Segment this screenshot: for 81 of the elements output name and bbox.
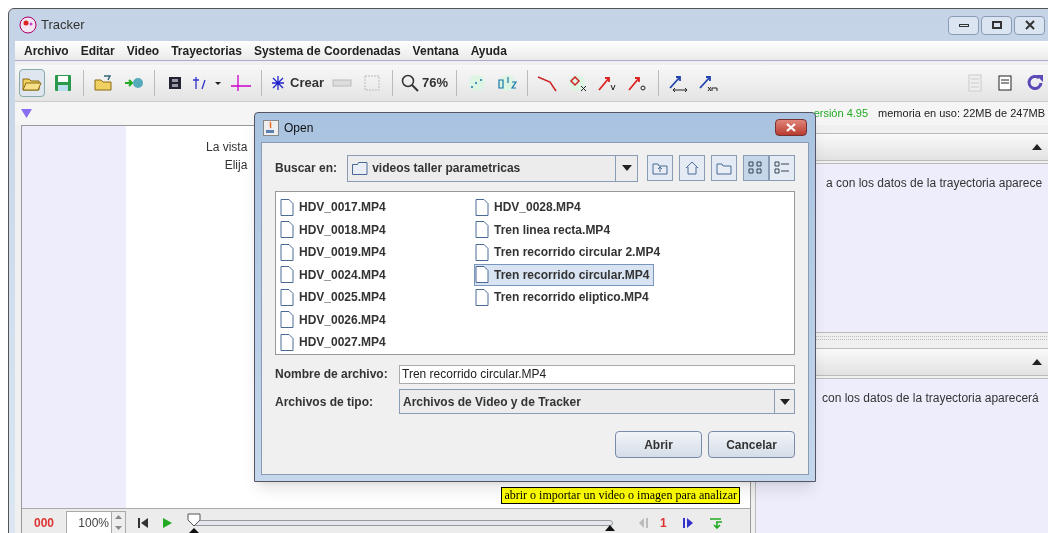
- file-name-field[interactable]: Tren recorrido circular.MP4: [399, 364, 795, 384]
- step-forward-icon[interactable]: [682, 517, 693, 528]
- list-view-icon[interactable]: [743, 155, 769, 181]
- dropdown-arrow-icon: [621, 165, 632, 171]
- file-item[interactable]: HDV_0025.MP4: [279, 286, 391, 309]
- collapse-icon[interactable]: [1032, 359, 1042, 365]
- file-icon: [280, 266, 294, 284]
- file-item[interactable]: HDV_0017.MP4: [279, 196, 391, 218]
- menu-item[interactable]: Ventana: [412, 41, 459, 60]
- menu-item[interactable]: Ayuda: [470, 41, 507, 60]
- folder-icon: [352, 161, 369, 175]
- file-icon: [475, 198, 489, 216]
- file-item[interactable]: HDV_0024.MP4: [279, 263, 391, 286]
- file-icon: [475, 243, 489, 261]
- close-icon: [786, 123, 796, 132]
- close-icon: [1024, 20, 1035, 30]
- menu-item[interactable]: Systema de Coordenadas: [253, 41, 401, 60]
- window-title: Tracker: [41, 16, 85, 35]
- java-cup-icon: [263, 119, 279, 136]
- end-marker-icon[interactable]: [605, 524, 616, 531]
- app-logo-icon: [19, 16, 37, 34]
- video-message: Elija: [224, 157, 248, 174]
- file-item[interactable]: Tren recorrido circular.MP4: [474, 263, 655, 286]
- file-item[interactable]: HDV_0018.MP4: [279, 218, 391, 241]
- file-icon: [280, 333, 294, 351]
- file-name-label: Nombre de archivo:: [275, 366, 389, 383]
- zoom-icon: [400, 74, 419, 92]
- file-icon: [280, 198, 294, 216]
- video-message: La vista: [206, 139, 248, 156]
- look-in-combo[interactable]: videos taller parametricas: [347, 154, 638, 182]
- file-icon: [280, 221, 294, 239]
- memory-text: memoria en uso: 22MB de 247MB: [878, 106, 1045, 122]
- file-icon: [475, 221, 489, 239]
- create-button[interactable]: Crear: [270, 69, 324, 97]
- zoom-button[interactable]: 76%: [400, 69, 448, 97]
- panel-message: a con los datos de la trayectoria aparece: [826, 176, 1043, 190]
- file-item[interactable]: HDV_0028.MP4: [474, 196, 586, 218]
- file-icon: [280, 243, 294, 261]
- hint-text: abrir o importar un video o imagen para analizar: [501, 487, 740, 504]
- maximize-button[interactable]: [981, 15, 1012, 35]
- step-size[interactable]: 1: [660, 513, 667, 532]
- file-item[interactable]: Tren linea recta.MP4: [474, 218, 616, 241]
- file-type-label: Archivos de tipo:: [275, 393, 374, 411]
- version-text: ersión 4.95: [813, 106, 869, 122]
- file-item[interactable]: HDV_0027.MP4: [279, 331, 391, 354]
- open-button[interactable]: Abrir: [615, 431, 702, 458]
- menu-item[interactable]: Trayectorias: [171, 41, 242, 60]
- file-item[interactable]: HDV_0019.MP4: [279, 241, 391, 264]
- close-button[interactable]: [1014, 15, 1045, 35]
- home-icon[interactable]: [679, 155, 705, 181]
- menu-item[interactable]: Archivo: [24, 41, 69, 60]
- triangle-icon[interactable]: [21, 109, 32, 118]
- file-icon: [475, 266, 489, 284]
- minimize-button[interactable]: [948, 15, 979, 35]
- look-in-label: Buscar en:: [275, 160, 339, 177]
- file-icon: [475, 288, 489, 306]
- menu-item[interactable]: Editar: [80, 41, 115, 60]
- file-item[interactable]: HDV_0026.MP4: [279, 308, 391, 331]
- dropdown-arrow-icon: [779, 398, 790, 405]
- dialog-title: Open: [284, 119, 314, 137]
- file-item[interactable]: Tren recorrido circular 2.MP4: [474, 241, 666, 264]
- menu-item[interactable]: Video: [126, 41, 160, 60]
- new-folder-icon[interactable]: [711, 155, 737, 181]
- file-icon: [280, 311, 294, 329]
- up-folder-icon[interactable]: [647, 155, 673, 181]
- details-view-icon[interactable]: [769, 155, 795, 181]
- loop-icon[interactable]: [708, 516, 723, 529]
- file-type-combo[interactable]: Archivos de Video y de Tracker: [399, 389, 795, 414]
- play-icon[interactable]: [162, 517, 173, 528]
- file-icon: [280, 288, 294, 306]
- rate-spinner[interactable]: 100%: [66, 510, 127, 533]
- close-button[interactable]: [775, 119, 807, 136]
- asterisk-icon: [270, 74, 286, 92]
- cancel-button[interactable]: Cancelar: [708, 431, 795, 458]
- skip-back-icon[interactable]: [138, 517, 149, 528]
- frame-counter: 000: [34, 514, 55, 532]
- open-folder-icon[interactable]: [19, 69, 45, 97]
- panel-message: con los datos de la trayectoria aparecerá: [822, 391, 1039, 405]
- collapse-icon[interactable]: [1032, 144, 1042, 150]
- file-item[interactable]: Tren recorrido eliptico.MP4: [474, 286, 654, 309]
- slider-thumb[interactable]: [187, 512, 202, 533]
